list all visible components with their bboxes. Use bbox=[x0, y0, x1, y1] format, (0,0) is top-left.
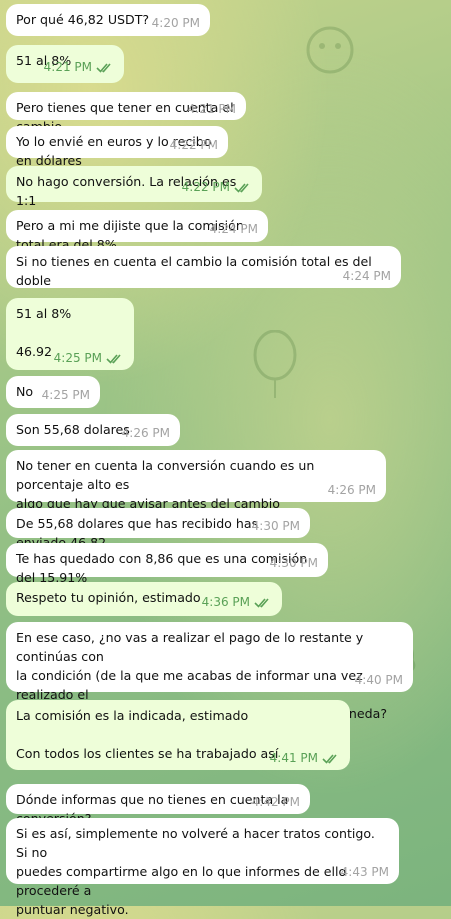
incoming-message-bubble[interactable]: De 55,68 dolares que has recibido has en… bbox=[6, 508, 310, 550]
message-text: No tener en cuenta la conversión cuando … bbox=[16, 456, 376, 513]
message-meta: 4:25 PM bbox=[42, 388, 90, 402]
message-meta: 4:21 PM bbox=[188, 102, 236, 116]
message-meta: 4:22 PM bbox=[182, 180, 252, 194]
read-double-check-icon bbox=[254, 598, 269, 608]
read-double-check-icon bbox=[322, 754, 337, 764]
message-meta: 4:36 PM bbox=[202, 595, 272, 609]
chat-area[interactable]: Por qué 46,82 USDT? 4:20 PM 51 al 8% 4:21 P… bbox=[0, 0, 451, 917]
message-time: 4:26 PM bbox=[327, 483, 376, 497]
message-time: 4:22 PM bbox=[181, 180, 230, 194]
message-time: 4:20 PM bbox=[151, 16, 200, 30]
incoming-message-bubble[interactable]: Dónde informas que no tienes en cuenta l… bbox=[6, 784, 310, 826]
outgoing-message-bubble[interactable]: La comisión es la indicada, estimado Con … bbox=[6, 700, 350, 770]
message-time: 4:24 PM bbox=[342, 269, 391, 283]
message-text-line: Si no tienes en cuenta el cambio la comi… bbox=[16, 254, 372, 288]
message-meta: 4:24 PM bbox=[210, 222, 258, 236]
read-double-check-icon bbox=[96, 63, 111, 73]
message-time: 4:25 PM bbox=[53, 351, 102, 365]
incoming-message-bubble[interactable]: Pero tienes que tener en cuenta el cambi… bbox=[6, 92, 246, 134]
message-time: 4:21 PM bbox=[187, 102, 236, 116]
message-time: 4:21 PM bbox=[43, 60, 92, 74]
message-meta: 4:42 PM bbox=[252, 795, 300, 809]
message-text-line: puedes compartirme algo en lo que inform… bbox=[16, 864, 347, 898]
message-text-line bbox=[16, 725, 340, 744]
message-meta: 4:40 PM bbox=[355, 673, 403, 687]
incoming-message-bubble[interactable]: Por qué 46,82 USDT? 4:20 PM bbox=[6, 4, 210, 36]
message-meta: 4:26 PM bbox=[328, 483, 376, 497]
outgoing-message-bubble[interactable]: No hago conversión. La relación es 1:1 4:… bbox=[6, 166, 262, 208]
message-time: 4:41 PM bbox=[269, 751, 318, 765]
message-meta: 4:30 PM bbox=[252, 519, 300, 533]
message-time: 4:30 PM bbox=[269, 556, 318, 570]
message-text-line: la condición (de la que me acabas de inf… bbox=[16, 668, 363, 702]
message-text-line: En ese caso, ¿no vas a realizar el pago … bbox=[16, 630, 364, 664]
outgoing-message-bubble[interactable]: 51 al 8% 46.92 4:25 PM bbox=[6, 298, 134, 370]
message-text-line: No tener en cuenta la conversión cuando … bbox=[16, 458, 315, 492]
message-time: 4:36 PM bbox=[201, 595, 250, 609]
wallpaper-balloon-icon bbox=[253, 330, 297, 398]
outgoing-message-bubble[interactable]: 51 al 8% 4:21 PM bbox=[6, 45, 124, 83]
message-time: 4:25 PM bbox=[41, 388, 90, 402]
message-text: Si no tienes en cuenta el cambio la comi… bbox=[16, 252, 391, 290]
message-meta: 4:26 PM bbox=[122, 426, 170, 440]
message-text-line: La comisión es la indicada, estimado bbox=[16, 708, 249, 723]
incoming-message-bubble[interactable]: En ese caso, ¿no vas a realizar el pago … bbox=[6, 622, 413, 721]
message-text-line: 51 al 8% bbox=[16, 306, 72, 321]
message-meta: 4:22 PM bbox=[170, 138, 218, 152]
message-meta: 4:25 PM bbox=[54, 351, 124, 365]
message-time: 4:30 PM bbox=[251, 519, 300, 533]
incoming-message-bubble[interactable]: No 4:25 PM bbox=[6, 376, 100, 408]
incoming-message-bubble[interactable]: No tener en cuenta la conversión cuando … bbox=[6, 450, 386, 511]
read-double-check-icon bbox=[106, 354, 121, 364]
incoming-message-bubble[interactable]: Son 55,68 dolares 4:26 PM bbox=[6, 414, 180, 446]
message-meta: 4:30 PM bbox=[270, 556, 318, 570]
message-meta: 4:43 PM bbox=[341, 865, 389, 879]
incoming-message-bubble[interactable]: Te has quedado con 8,86 que es una comis… bbox=[6, 543, 328, 585]
message-text: Si es así, simplemente no volveré a hace… bbox=[16, 824, 389, 919]
incoming-message-bubble[interactable]: Si no tienes en cuenta el cambio la comi… bbox=[6, 246, 401, 288]
message-meta: 4:41 PM bbox=[270, 751, 340, 765]
read-double-check-icon bbox=[234, 183, 249, 193]
message-time: 4:24 PM bbox=[209, 222, 258, 236]
message-meta: 4:21 PM bbox=[44, 60, 114, 74]
message-time: 4:40 PM bbox=[354, 673, 403, 687]
message-text-line: Si es así, simplemente no volveré a hace… bbox=[16, 826, 375, 860]
message-time: 4:42 PM bbox=[251, 795, 300, 809]
wallpaper-doodle-icon bbox=[306, 26, 354, 74]
outgoing-message-bubble[interactable]: Respeto tu opinión, estimado 4:36 PM bbox=[6, 582, 282, 616]
message-time: 4:22 PM bbox=[169, 138, 218, 152]
message-text-line bbox=[16, 323, 124, 342]
message-text-line: puntuar negativo. bbox=[16, 902, 129, 917]
incoming-message-bubble[interactable]: Pero a mi me dijiste que la comisión tot… bbox=[6, 210, 268, 252]
incoming-message-bubble[interactable]: Yo lo envié en euros y lo recibo en dóla… bbox=[6, 126, 228, 168]
message-meta: 4:24 PM bbox=[343, 269, 391, 283]
message-time: 4:26 PM bbox=[121, 426, 170, 440]
message-meta: 4:20 PM bbox=[152, 16, 200, 30]
incoming-message-bubble[interactable]: Si es así, simplemente no volveré a hace… bbox=[6, 818, 399, 917]
message-time: 4:43 PM bbox=[340, 865, 389, 879]
